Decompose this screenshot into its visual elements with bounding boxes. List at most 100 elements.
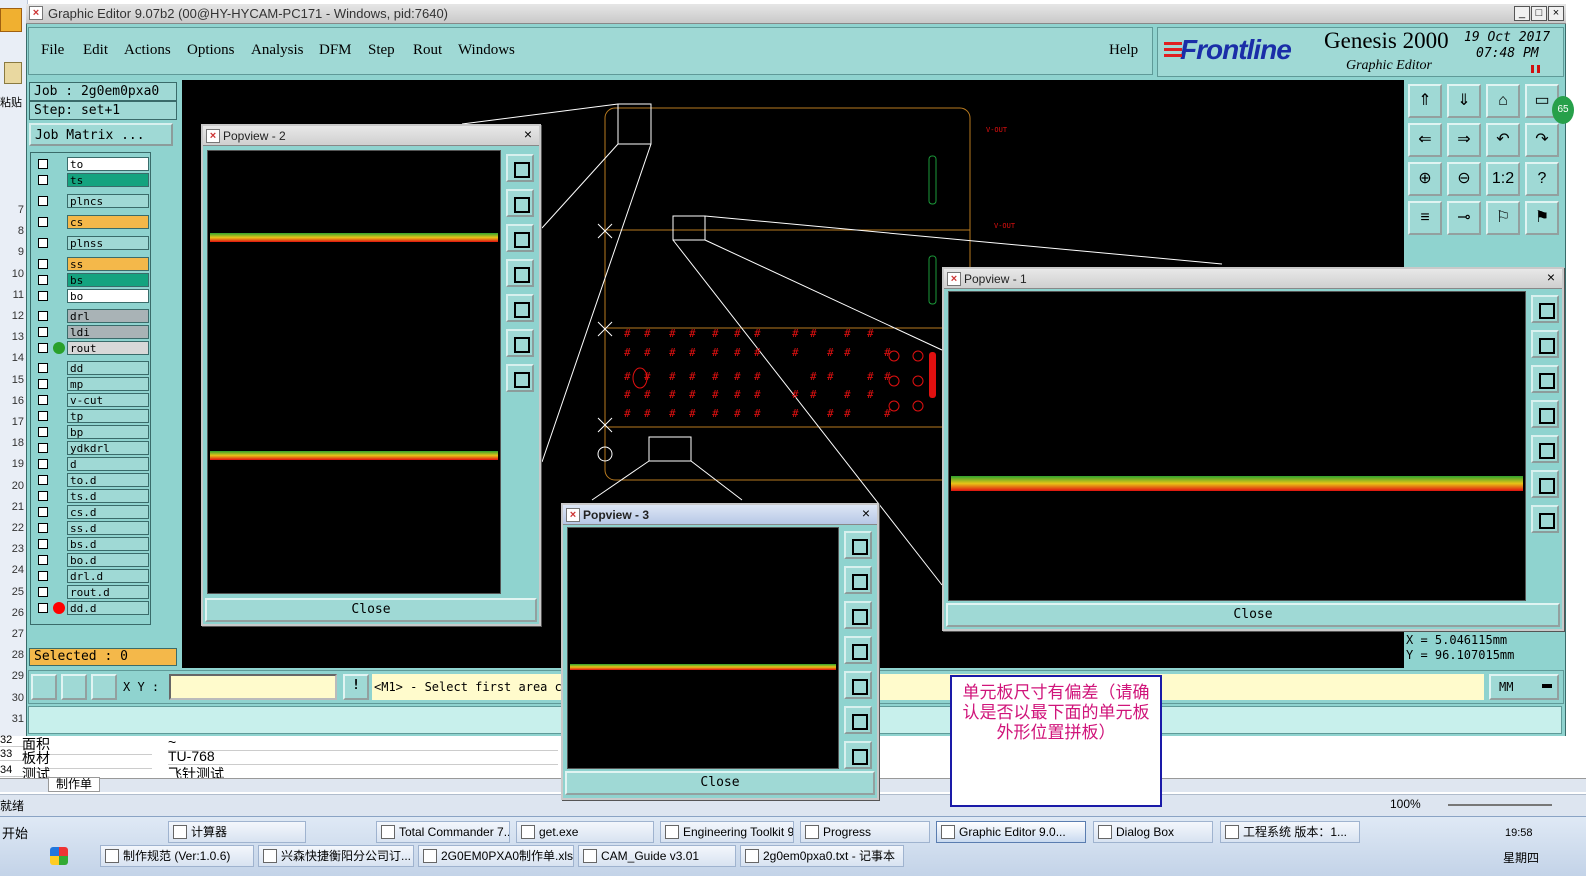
xy-input[interactable]: [169, 674, 337, 700]
layer-checkbox[interactable]: [38, 363, 48, 373]
popview-2-canvas[interactable]: [207, 150, 501, 594]
popview-tool-button[interactable]: [844, 671, 872, 699]
popview-2-close-button[interactable]: Close: [205, 598, 537, 622]
paste-icon[interactable]: [4, 62, 22, 84]
layer-row-bs[interactable]: bs: [35, 273, 149, 287]
sheet-tab[interactable]: 制作单: [48, 777, 100, 792]
taskbar-button[interactable]: Graphic Editor 9.0...: [936, 821, 1086, 843]
layer-row-dd[interactable]: dd: [35, 361, 149, 375]
layer-name[interactable]: to: [67, 157, 149, 171]
layer-name[interactable]: bs: [67, 273, 149, 287]
toolbar-icon-button[interactable]: ⇓: [1447, 84, 1481, 118]
popview-tool-button[interactable]: [844, 706, 872, 734]
layer-checkbox[interactable]: [38, 475, 48, 485]
layer-name[interactable]: drl: [67, 309, 149, 323]
popview-3-canvas[interactable]: [567, 527, 839, 769]
toolbar-icon-button[interactable]: ⊕: [1408, 162, 1442, 196]
layer-row-ss-d[interactable]: ss.d: [35, 521, 149, 535]
taskbar-button[interactable]: get.exe: [516, 821, 654, 843]
layer-name[interactable]: plnss: [67, 236, 149, 250]
menu-help[interactable]: Help: [1109, 42, 1138, 59]
popview-tool-button[interactable]: [844, 636, 872, 664]
menu-edit[interactable]: Edit: [83, 42, 108, 59]
toolbar-icon-button[interactable]: 1:2: [1486, 162, 1520, 196]
layer-name[interactable]: rout: [67, 341, 149, 355]
layer-checkbox[interactable]: [38, 275, 48, 285]
popview-1-canvas[interactable]: [948, 291, 1526, 601]
toolbar-icon-button[interactable]: ⇒: [1447, 123, 1481, 157]
toolbar-icon-button[interactable]: ↷: [1525, 123, 1559, 157]
popview-tool-button[interactable]: [844, 741, 872, 769]
popview-tool-button[interactable]: [1531, 505, 1559, 533]
popview-tool-button[interactable]: [844, 601, 872, 629]
layer-checkbox[interactable]: [38, 587, 48, 597]
layer-name[interactable]: bo.d: [67, 553, 149, 567]
layer-name[interactable]: v-cut: [67, 393, 149, 407]
layer-row-ldi[interactable]: ldi: [35, 325, 149, 339]
layer-row-bo[interactable]: bo: [35, 289, 149, 303]
layer-checkbox[interactable]: [38, 571, 48, 581]
layer-name[interactable]: ts: [67, 173, 149, 187]
layer-name[interactable]: ss.d: [67, 521, 149, 535]
layer-row-rout-d[interactable]: rout.d: [35, 585, 149, 599]
warning-button[interactable]: !: [343, 674, 369, 700]
layer-checkbox[interactable]: [38, 411, 48, 421]
layer-row-bo-d[interactable]: bo.d: [35, 553, 149, 567]
layer-checkbox[interactable]: [38, 217, 48, 227]
menu-rout[interactable]: Rout: [413, 42, 442, 59]
layer-row-ts-d[interactable]: ts.d: [35, 489, 149, 503]
toolbar-icon-button[interactable]: ?: [1525, 162, 1559, 196]
toolbar-icon-button[interactable]: ⊖: [1447, 162, 1481, 196]
popview-tool-button[interactable]: [506, 329, 534, 357]
taskbar-button[interactable]: 制作规范 (Ver:1.0.6): [100, 845, 254, 867]
layer-row-v-cut[interactable]: v-cut: [35, 393, 149, 407]
layer-row-dd-d[interactable]: dd.d: [35, 601, 149, 615]
menu-analysis[interactable]: Analysis: [251, 42, 304, 59]
layer-name[interactable]: rout.d: [67, 585, 149, 599]
layer-checkbox[interactable]: [38, 238, 48, 248]
layer-name[interactable]: plncs: [67, 194, 149, 208]
grid-snap-button[interactable]: [91, 674, 117, 700]
taskbar-button[interactable]: 2g0em0pxa0.txt - 记事本: [740, 845, 904, 867]
popview-tool-button[interactable]: [506, 259, 534, 287]
layer-checkbox[interactable]: [38, 291, 48, 301]
menu-options[interactable]: Options: [187, 42, 235, 59]
popview-1-close-icon[interactable]: ×: [1544, 270, 1558, 285]
layer-name[interactable]: bo: [67, 289, 149, 303]
layer-checkbox[interactable]: [38, 196, 48, 206]
popview-1-close-button[interactable]: Close: [946, 603, 1560, 627]
layer-checkbox[interactable]: [38, 395, 48, 405]
layer-checkbox[interactable]: [38, 311, 48, 321]
layer-checkbox[interactable]: [38, 491, 48, 501]
taskbar-button[interactable]: Total Commander 7....: [376, 821, 510, 843]
layer-row-to-d[interactable]: to.d: [35, 473, 149, 487]
layer-row-drl[interactable]: drl: [35, 309, 149, 323]
popview-tool-button[interactable]: [1531, 295, 1559, 323]
layer-row-ss[interactable]: ss: [35, 257, 149, 271]
layer-row-bp[interactable]: bp: [35, 425, 149, 439]
layer-checkbox[interactable]: [38, 259, 48, 269]
layer-name[interactable]: drl.d: [67, 569, 149, 583]
layer-checkbox[interactable]: [38, 159, 48, 169]
popview-tool-button[interactable]: [506, 294, 534, 322]
popview-tool-button[interactable]: [1531, 365, 1559, 393]
layer-row-plnss[interactable]: plnss: [35, 236, 149, 250]
layer-name[interactable]: d: [67, 457, 149, 471]
tray-icons[interactable]: [1378, 823, 1488, 867]
layer-name[interactable]: to.d: [67, 473, 149, 487]
layer-name[interactable]: ts.d: [67, 489, 149, 503]
zoom-slider[interactable]: [1448, 804, 1552, 806]
popview-3-titlebar[interactable]: × Popview - 3 ×: [563, 505, 877, 525]
taskbar-button[interactable]: Progress: [800, 821, 930, 843]
angle-tool-button[interactable]: [61, 674, 87, 700]
taskbar-button[interactable]: 计算器: [168, 821, 306, 843]
layer-row-bs-d[interactable]: bs.d: [35, 537, 149, 551]
popview-3-close-icon[interactable]: ×: [859, 506, 873, 521]
popview-tool-button[interactable]: [844, 531, 872, 559]
layer-checkbox[interactable]: [38, 427, 48, 437]
layer-name[interactable]: cs.d: [67, 505, 149, 519]
taskbar-button[interactable]: Engineering Toolkit 9....: [660, 821, 794, 843]
layer-row-tp[interactable]: tp: [35, 409, 149, 423]
layer-checkbox[interactable]: [38, 507, 48, 517]
toolbar-icon-button[interactable]: ⌂: [1486, 84, 1520, 118]
